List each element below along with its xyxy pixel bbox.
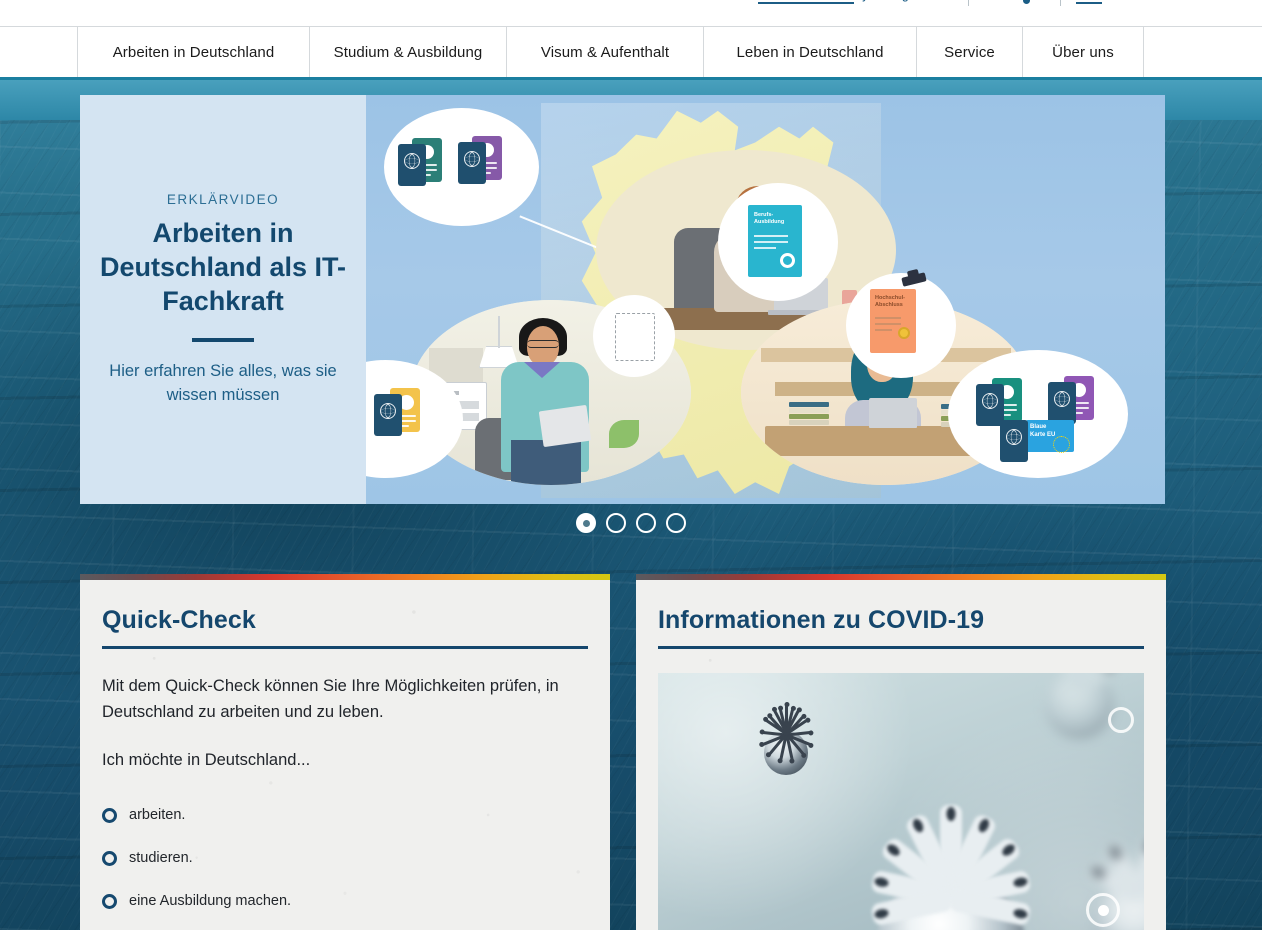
search-icon[interactable] [1023,0,1030,4]
passport-navy-2 [458,142,486,184]
slider-dot-4[interactable]: 4 [666,513,686,533]
radio-icon[interactable] [102,893,117,909]
utility-divider-1 [968,0,969,6]
blaue-karte-label: Blaue Karte EU [1030,424,1056,438]
hero-slider-dots: 1 2 3 4 [0,513,1262,533]
main-navigation: Arbeiten in Deutschland Studium & Ausbil… [0,26,1262,80]
book [789,420,829,425]
bokeh-ring-2 [1086,893,1120,927]
hero-title: Arbeiten in Deutschland als IT-Fachkraft [99,218,347,317]
nav-item-leben-in-deutschland[interactable]: Leben in Deutschland [704,27,917,77]
content-cards-row: Quick-Check Mit dem Quick-Check können S… [80,574,1166,930]
berufsausbildung-card: Berufs-Ausbildung [748,205,802,277]
hero-divider [192,338,254,343]
nav-item-label: Über uns [1052,43,1114,61]
passport-navy-3 [1000,420,1028,462]
slider-dot-2[interactable]: 2 [606,513,626,533]
documents [538,404,592,448]
quick-check-options: arbeiten. studieren. eine Ausbildung mac… [102,807,588,909]
seal-icon [898,327,910,339]
nav-item-ueber-uns[interactable]: Über uns [1023,27,1144,77]
nav-item-label: Visum & Aufenthalt [540,43,670,61]
nav-left-spacer [0,27,78,77]
card-quick-check-body: Quick-Check Mit dem Quick-Check können S… [80,580,610,930]
passport-navy-2 [1048,382,1076,424]
utility-link-language-underline [1076,2,1102,4]
hero-illustration[interactable]: Berufs-Ausbildung Hochschul-Abschluss Bl… [366,95,1165,504]
berufsausbildung-label: Berufs-Ausbildung [754,212,785,225]
utility-bar: Make it in Germany Login Suche DE [0,0,1262,26]
quick-check-question: Ich möchte in Deutschland... [102,751,311,770]
passport-navy [398,144,426,186]
laptop [869,398,917,428]
nav-item-studium-ausbildung[interactable]: Studium & Ausbildung [310,27,507,77]
card-quick-check-title: Quick-Check [102,606,256,634]
passport-navy [374,394,402,436]
radio-icon[interactable] [102,807,117,823]
nav-right-spacer [1144,27,1262,77]
nav-item-label: Leben in Deutschland [736,43,884,61]
radio-icon[interactable] [102,850,117,866]
card-title-divider [658,646,1144,649]
quick-check-option-ausbildung[interactable]: eine Ausbildung machen. [102,893,588,909]
utility-link-brand-underline [758,2,854,4]
book [789,414,829,419]
virus-particle-sharp [736,703,836,803]
bubble-berufsausbildung: Berufs-Ausbildung [718,183,838,301]
option-label: eine Ausbildung machen. [129,893,292,910]
option-label: arbeiten. [129,807,186,824]
blaue-karte-eu-card: Blaue Karte EU [1026,420,1074,453]
nav-item-service[interactable]: Service [917,27,1023,77]
hochschulabschluss-certificate: Hochschul-Abschluss [870,289,916,353]
quick-check-option-arbeiten[interactable]: arbeiten. [102,807,588,823]
plant [609,420,639,448]
nav-item-label: Studium & Ausbildung [333,43,483,61]
card-covid-19: Informationen zu COVID-19 [636,574,1166,930]
nav-item-arbeiten-in-deutschland[interactable]: Arbeiten in Deutschland [78,27,310,77]
slider-dot-1[interactable]: 1 [576,513,596,533]
bubble-passports-top [384,108,539,226]
nav-item-visum-aufenthalt[interactable]: Visum & Aufenthalt [507,27,704,77]
hochschulabschluss-label: Hochschul-Abschluss [875,295,905,308]
lamp-cord [498,316,500,348]
slider-dot-3[interactable]: 3 [636,513,656,533]
graduation-cap-icon [901,272,927,287]
hero-text-panel: ERKLÄRVIDEO Arbeiten in Deutschland als … [80,95,366,504]
eu-stars-icon [1053,436,1070,453]
bubble-hochschulabschluss: Hochschul-Abschluss [846,272,956,378]
card-quick-check: Quick-Check Mit dem Quick-Check können S… [80,574,610,930]
card-title-divider [102,646,588,649]
book [789,402,829,407]
glasses [527,340,559,348]
passport-navy [976,384,1004,426]
page-root: Make it in Germany Login Suche DE Arbeit… [0,0,1262,930]
quick-check-option-studieren[interactable]: studieren. [102,850,588,866]
bokeh-ring-1 [1108,707,1134,733]
nav-item-label: Arbeiten in Deutschland [112,43,275,61]
hero-kicker: ERKLÄRVIDEO [166,192,280,208]
bubble-document-outline [593,295,675,377]
card-covid-title: Informationen zu COVID-19 [658,606,985,634]
document-placeholder-icon [615,313,655,361]
gear-icon [780,253,795,268]
nav-item-label: Service [944,43,995,61]
hero-subtitle: Hier erfahren Sie alles, was sie wissen … [109,362,337,404]
quick-check-intro: Mit dem Quick-Check können Sie Ihre Mögl… [102,677,559,722]
card-covid-body: Informationen zu COVID-19 [636,580,1166,930]
bubble-passports-blue-card: Blaue Karte EU [948,350,1128,478]
hero-slider: ERKLÄRVIDEO Arbeiten in Deutschland als … [80,95,1165,504]
covid-virus-image[interactable] [658,673,1144,930]
book [789,408,829,413]
option-label: studieren. [129,850,193,867]
utility-link-login[interactable]: Login [888,0,919,2]
utility-divider-2 [1060,0,1061,6]
